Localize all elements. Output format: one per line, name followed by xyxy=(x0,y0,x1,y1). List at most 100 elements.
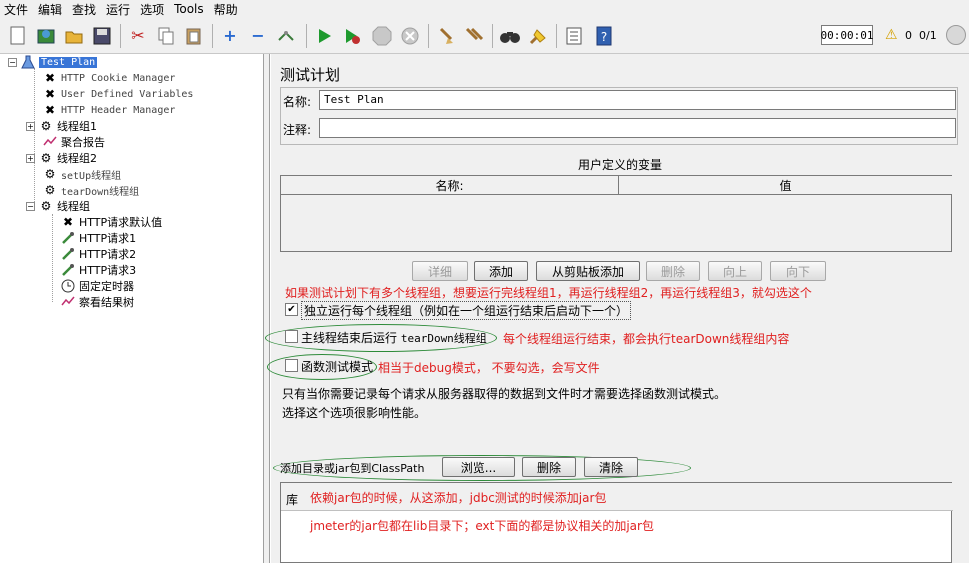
tree-node-view-results-tree[interactable]: 察看结果树 xyxy=(60,294,134,310)
search-icon[interactable] xyxy=(498,24,522,48)
paste-icon[interactable] xyxy=(182,24,206,48)
expand-toggle[interactable]: + xyxy=(26,153,35,163)
annotation-lib-note-1: 依赖jar包的时候，从这添加，jdbc测试的时候添加jar包 xyxy=(310,491,607,505)
menu-help[interactable]: 帮助 xyxy=(214,1,238,18)
collapse-toggle[interactable]: − xyxy=(26,201,35,211)
toggle-icon[interactable] xyxy=(274,24,298,48)
elapsed-timer: 00:00:01 xyxy=(821,25,874,45)
move-down-button[interactable]: 向下 xyxy=(770,261,826,281)
cut-icon[interactable]: ✂ xyxy=(126,24,150,48)
collapse-icon[interactable]: − xyxy=(246,24,270,48)
tree-node-constant-timer[interactable]: 固定定时器 xyxy=(60,278,134,294)
functional-mode-info-line-1: 只有当你需要记录每个请求从服务器取得的数据到文件时才需要选择函数测试模式。 xyxy=(282,387,727,401)
tree-node-teardown-thread-group[interactable]: ⚙ tearDown线程组 xyxy=(42,182,140,198)
page-title: 测试计划 xyxy=(280,66,341,84)
detail-button[interactable]: 详细 xyxy=(412,261,468,281)
collapse-toggle[interactable]: − xyxy=(8,57,17,67)
function-helper-icon[interactable] xyxy=(562,24,586,48)
open-icon[interactable] xyxy=(62,24,86,48)
wrench-icon: ✖ xyxy=(44,87,56,101)
classpath-clear-button[interactable]: 清除 xyxy=(584,457,638,477)
reset-search-icon[interactable] xyxy=(526,24,550,48)
templates-icon[interactable] xyxy=(34,24,58,48)
teardown-label-mono: tearDown线程组 xyxy=(400,332,487,345)
name-field[interactable]: Test Plan xyxy=(319,90,956,110)
tree-node-user-defined-variables[interactable]: ✖ User Defined Variables xyxy=(42,86,193,102)
tree-node-aggregate-report[interactable]: 聚合报告 xyxy=(42,134,105,150)
teardown-on-shutdown-checkbox[interactable] xyxy=(285,330,298,343)
shutdown-icon[interactable] xyxy=(398,24,422,48)
add-from-clipboard-button[interactable]: 从剪贴板添加 xyxy=(536,261,640,281)
move-up-button[interactable]: 向上 xyxy=(708,261,762,281)
delete-button[interactable]: 删除 xyxy=(646,261,700,281)
tree-node-thread-group-2[interactable]: + ⚙ 线程组2 xyxy=(26,150,97,166)
new-icon[interactable] xyxy=(6,24,30,48)
tree-node-setup-thread-group[interactable]: ⚙ setUp线程组 xyxy=(42,166,122,182)
tree-node-cookie-manager[interactable]: ✖ HTTP Cookie Manager xyxy=(42,70,175,86)
menu-tools[interactable]: Tools xyxy=(174,2,204,16)
report-icon xyxy=(42,135,58,149)
functional-mode-info-line-2: 选择这个选项很影响性能。 xyxy=(282,406,427,420)
start-icon[interactable] xyxy=(312,24,336,48)
column-header-name[interactable]: 名称: xyxy=(281,176,619,195)
functional-mode-checkbox[interactable] xyxy=(285,359,298,372)
copy-icon[interactable] xyxy=(154,24,178,48)
annotation-lib-note-2: jmeter的jar包都在lib目录下；ext下面的都是协议相关的加jar包 xyxy=(310,519,654,533)
teardown-on-shutdown-label: 主线程结束后运行 tearDown线程组 xyxy=(301,329,487,346)
gear-icon: ⚙ xyxy=(44,167,56,181)
menu-search[interactable]: 查找 xyxy=(72,1,96,18)
tree-label: User Defined Variables xyxy=(61,88,194,100)
start-no-pauses-icon[interactable] xyxy=(340,24,364,48)
tree-node-test-plan[interactable]: − Test Plan xyxy=(8,54,98,70)
annotation-serial-note: 如果测试计划下有多个线程组，想要运行完线程组1，再运行线程组2，再运行线程组3，… xyxy=(285,286,812,300)
tree-label: HTTP Header Manager xyxy=(61,104,176,116)
comment-field[interactable] xyxy=(319,118,956,138)
toolbar-separator xyxy=(428,24,429,48)
tree-label: 察看结果树 xyxy=(79,296,134,309)
browse-button[interactable]: 浏览... xyxy=(442,457,515,477)
menu-bar: 文件 编辑 查找 运行 选项 Tools 帮助 xyxy=(0,0,969,18)
stop-icon[interactable] xyxy=(370,24,394,48)
wrench-icon: ✖ xyxy=(62,215,74,229)
tree-node-thread-group-1[interactable]: + ⚙ 线程组1 xyxy=(26,118,97,134)
toolbar-separator xyxy=(556,24,557,48)
gear-icon: ⚙ xyxy=(40,119,52,133)
help-icon[interactable]: ? xyxy=(592,24,616,48)
wrench-icon: ✖ xyxy=(44,103,56,117)
tree-label: 线程组1 xyxy=(57,120,97,133)
tree-node-http-request-2[interactable]: HTTP请求2 xyxy=(60,246,136,262)
expand-icon[interactable]: + xyxy=(218,24,242,48)
tree-connector xyxy=(34,68,35,206)
clear-icon[interactable] xyxy=(434,24,458,48)
menu-edit[interactable]: 编辑 xyxy=(38,1,62,18)
menu-options[interactable]: 选项 xyxy=(140,1,164,18)
serial-thread-groups-checkbox[interactable]: ✔ xyxy=(285,303,298,316)
column-header-value[interactable]: 值 xyxy=(619,176,952,195)
warning-icon[interactable]: ⚠ xyxy=(885,27,898,43)
annotation-functional-note: 相当于debug模式， 不要勾选，会写文件 xyxy=(378,361,600,375)
add-button[interactable]: 添加 xyxy=(474,261,528,281)
classpath-delete-button[interactable]: 删除 xyxy=(522,457,576,477)
tree-node-http-request-3[interactable]: HTTP请求3 xyxy=(60,262,136,278)
tree-node-header-manager[interactable]: ✖ HTTP Header Manager xyxy=(42,102,175,118)
library-column-header: 库 xyxy=(286,493,299,507)
menu-file[interactable]: 文件 xyxy=(4,1,28,18)
save-icon[interactable] xyxy=(90,24,114,48)
classpath-label: 添加目录或jar包到ClassPath xyxy=(280,462,425,475)
error-count: 0 xyxy=(905,29,912,42)
pipette-icon xyxy=(60,231,76,245)
tree-label: 固定定时器 xyxy=(79,280,134,293)
annotation-teardown-note: 每个线程组运行结束，都会执行tearDown线程组内容 xyxy=(503,332,790,346)
expand-toggle[interactable]: + xyxy=(26,121,35,131)
gear-icon: ⚙ xyxy=(44,183,56,197)
toolbar-separator xyxy=(306,24,307,48)
clear-all-icon[interactable] xyxy=(462,24,486,48)
split-pane-divider[interactable] xyxy=(264,54,270,563)
tree-node-http-request-1[interactable]: HTTP请求1 xyxy=(60,230,136,246)
menu-run[interactable]: 运行 xyxy=(106,1,130,18)
pipette-icon xyxy=(60,263,76,277)
user-variables-table[interactable]: 名称: 值 xyxy=(280,175,952,252)
tree-node-http-defaults[interactable]: ✖ HTTP请求默认值 xyxy=(60,214,162,230)
tree-node-thread-group[interactable]: − ⚙ 线程组 xyxy=(26,198,90,214)
library-table[interactable]: 库 依赖jar包的时候，从这添加，jdbc测试的时候添加jar包 jmeter的… xyxy=(280,482,953,563)
